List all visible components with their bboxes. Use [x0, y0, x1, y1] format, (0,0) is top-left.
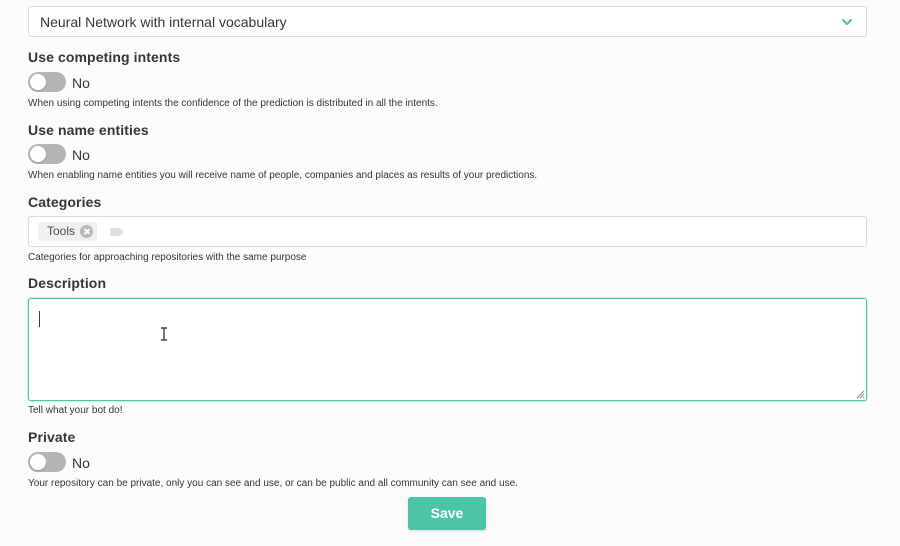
resize-handle-icon[interactable] — [855, 389, 865, 399]
competing-intents-label: Use competing intents — [28, 49, 181, 65]
competing-intents-toggle-state: No — [72, 75, 90, 91]
categories-help: Categories for approaching repositories … — [28, 252, 307, 263]
name-entities-label: Use name entities — [28, 122, 149, 138]
description-help: Tell what your bot do! — [28, 405, 123, 416]
toggle-knob — [30, 74, 46, 90]
name-entities-toggle-state: No — [72, 147, 90, 163]
private-label: Private — [28, 429, 76, 445]
toggle-knob — [30, 146, 46, 162]
text-cursor-icon — [161, 327, 167, 341]
name-entities-help: When enabling name entities you will rec… — [28, 170, 538, 181]
chevron-down-icon[interactable] — [841, 16, 853, 28]
competing-intents-help: When using competing intents the confide… — [28, 98, 438, 109]
toggle-knob — [30, 454, 46, 470]
private-toggle[interactable] — [28, 452, 66, 472]
competing-intents-toggle[interactable] — [28, 72, 66, 92]
save-button[interactable]: Save — [408, 497, 486, 530]
private-help: Your repository can be private, only you… — [28, 478, 518, 489]
categories-label: Categories — [28, 194, 102, 210]
text-caret — [39, 311, 40, 327]
name-entities-toggle[interactable] — [28, 144, 66, 164]
category-tag: Tools — [38, 222, 98, 241]
description-textarea[interactable] — [28, 298, 867, 401]
private-toggle-state: No — [72, 455, 90, 471]
description-label: Description — [28, 275, 107, 291]
remove-tag-icon[interactable] — [80, 225, 94, 238]
algorithm-select[interactable]: Neural Network with internal vocabulary — [28, 6, 867, 37]
algorithm-select-value: Neural Network with internal vocabulary — [40, 14, 287, 30]
tag-icon[interactable] — [109, 227, 125, 237]
category-tag-label: Tools — [47, 224, 76, 238]
categories-input[interactable]: Tools — [28, 216, 867, 247]
